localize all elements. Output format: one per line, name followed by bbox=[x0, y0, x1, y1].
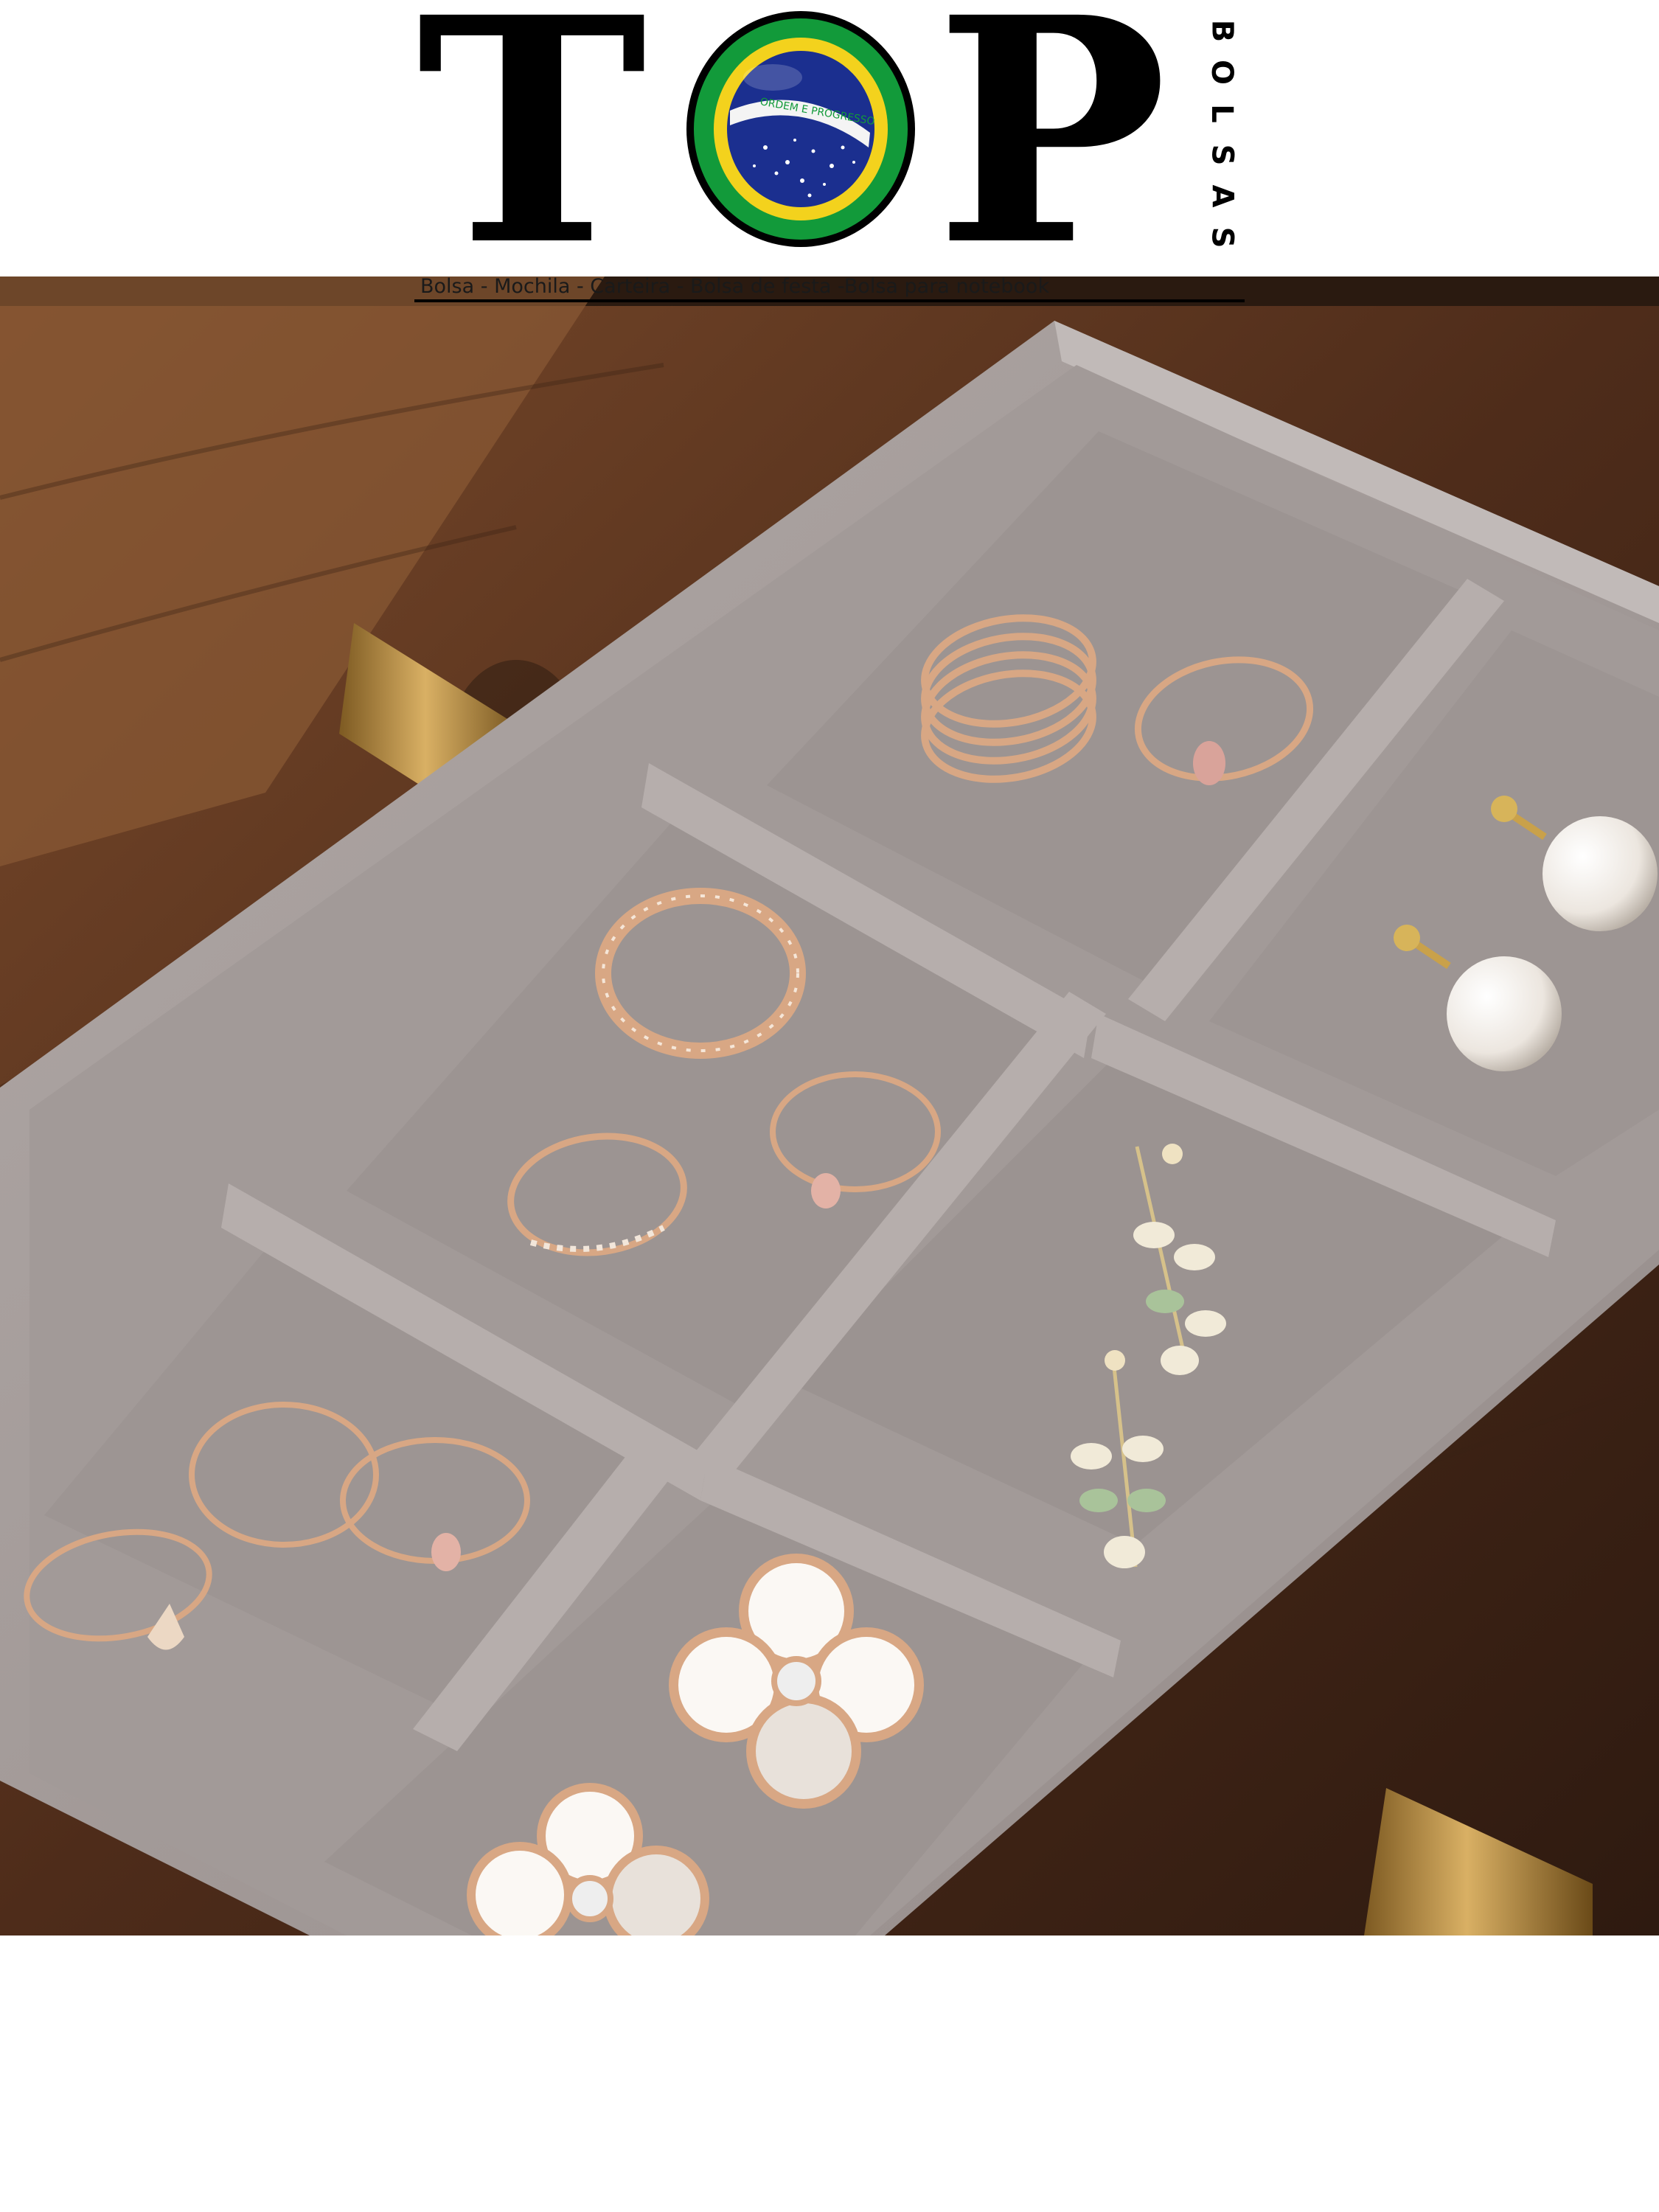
brand-letter: S bbox=[1205, 226, 1239, 248]
logo-letter-p: P bbox=[935, 0, 1168, 314]
brand-letter: L bbox=[1205, 104, 1239, 123]
product-photo bbox=[0, 276, 1659, 1935]
brand-letter: A bbox=[1205, 184, 1239, 208]
logo-header: T ORDEM E PROGRESSO P B O L S A S bbox=[0, 0, 1659, 302]
brand-letter: B bbox=[1205, 19, 1239, 43]
brand-tagline: Bolsa - Mochila - Carteira - Bolsa de fe… bbox=[414, 273, 1245, 302]
brand-letter: S bbox=[1205, 144, 1239, 166]
brand-letter: O bbox=[1204, 59, 1239, 86]
brand-vertical-text: B O L S A S bbox=[1200, 16, 1244, 252]
jewelry-tray-illustration bbox=[0, 276, 1659, 1935]
brazil-flag-emblem-icon: ORDEM E PROGRESSO bbox=[684, 7, 917, 251]
logo-letter-t: T bbox=[417, 0, 647, 314]
